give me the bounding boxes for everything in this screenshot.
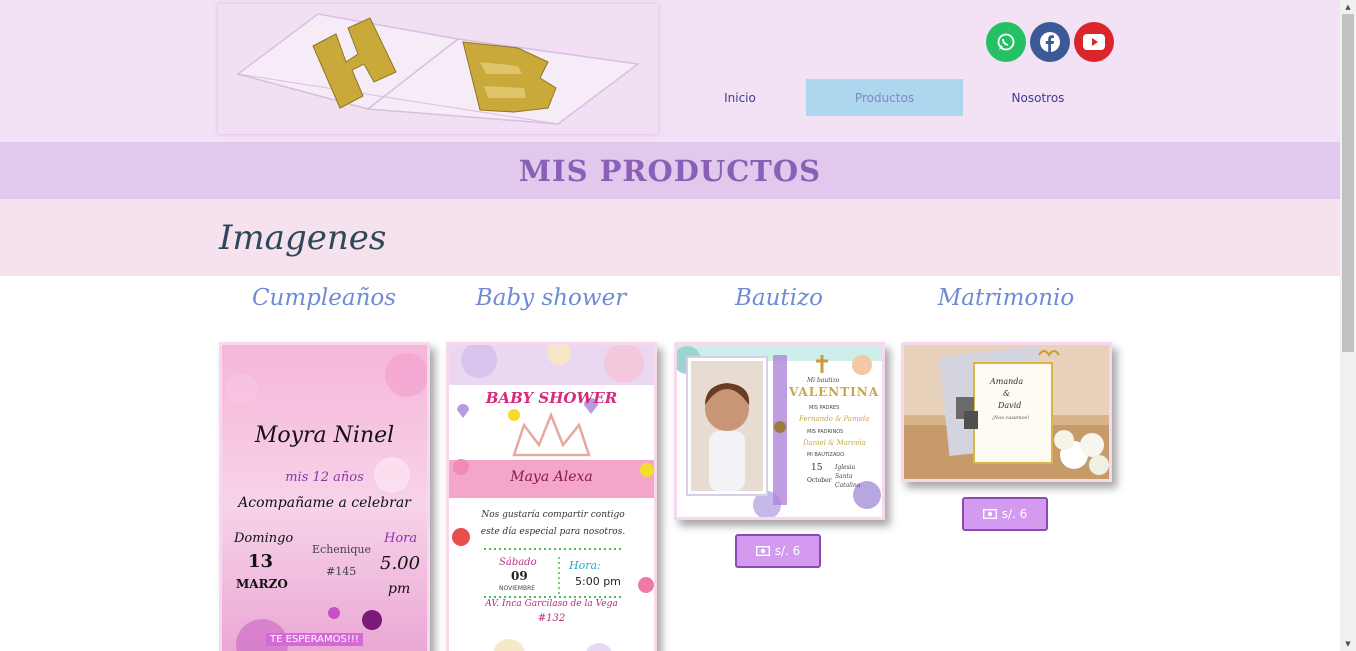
card-month: MARZO [236,577,288,591]
nav-inicio[interactable]: Inicio [662,79,818,116]
category-baby-shower: Baby shower [475,285,627,311]
card-hour: 5:00 pm [575,575,621,588]
card-name: Maya Alexa [510,469,593,485]
card-heading: BABY SHOWER [485,389,618,407]
card-hour-unit: pm [388,581,411,597]
card-place1: Echenique [312,543,372,556]
card-names-2: David [998,401,1022,410]
card-footer: TE ESPERAMOS!!! [266,633,363,646]
card-names-1: Amanda [990,377,1024,386]
product-card-cumpleanos[interactable]: Moyra Ninel mis 12 años Acompañame a cel… [219,342,430,651]
card-month: October [807,477,832,484]
section-strip [0,199,1340,276]
card-month: NOVIEMBRE [499,585,536,592]
card-parents: Fernando & Pamela [799,415,870,423]
price-label: s/. 6 [1001,507,1028,521]
card-amp: & [1003,389,1011,398]
scroll-up-arrow-icon[interactable]: ▲ [1340,0,1356,14]
product-card-bautizo[interactable]: Mi bautizo VALENTINA MIS PADRES Fernando… [674,342,885,520]
card-church: Iglesia Santa Catalina [835,464,861,489]
scroll-down-arrow-icon[interactable]: ▼ [1340,637,1356,651]
card-godparents: Daniel & Marcela [803,439,866,447]
card-number: #132 [537,613,566,624]
card-parents-label: MIS PADRES [809,405,840,411]
product-card-baby-shower[interactable]: BABY SHOWER Maya Alexa Nos gustaría comp… [446,342,657,651]
card-date-label: MI BAUTIZADO [807,452,845,458]
card-name: Moyra Ninel [254,423,395,448]
card-message: Nos gustaría compartir contigo este día … [480,510,626,537]
logo[interactable] [218,4,658,134]
card-godparents-label: MIS PADRINOS [807,429,844,435]
page: Inicio Productos Nosotros MIS PRODUCTOS … [0,0,1340,651]
card-name: VALENTINA [789,385,880,399]
logo-banner-graphic [236,13,640,125]
card-day: 09 [511,569,528,583]
card-hour-label: Hora [384,531,418,546]
card-day-label: Domingo [234,531,294,546]
money-icon [755,546,770,556]
card-place2: #145 [326,565,357,578]
matrimonio-invitation-image [904,345,1109,479]
card-address: AV. Inca Garcilaso de la Vega [485,599,618,609]
whatsapp-icon[interactable] [986,22,1026,62]
page-title: MIS PRODUCTOS [518,153,822,188]
price-button-matrimonio[interactable]: s/. 6 [962,497,1048,531]
category-matrimonio: Matrimonio [937,285,1075,311]
facebook-icon[interactable] [1030,22,1070,62]
card-day: 15 [811,463,823,473]
money-icon [982,509,997,519]
price-label: s/. 6 [774,544,801,558]
card-title-small: Mi bautizo [807,377,840,384]
nav-nosotros[interactable]: Nosotros [960,79,1116,116]
card-hour-label: Hora: [569,559,601,572]
card-hour: 5.00 [380,553,421,574]
section-title: Imagenes [219,218,387,258]
nav-productos[interactable]: Productos [806,79,963,116]
site-header: Inicio Productos Nosotros [0,0,1340,142]
scrollbar-thumb[interactable] [1342,14,1354,352]
product-card-matrimonio[interactable]: Amanda & David ¡Nos casamos! [901,342,1112,482]
youtube-icon[interactable] [1074,22,1114,62]
card-line1: mis 12 años [285,470,364,485]
card-line2: Acompañame a celebrar [238,495,411,511]
bautizo-invitation-image [677,345,882,517]
card-tagline: ¡Nos casamos! [992,415,1030,421]
card-day-label: Sábado [499,557,537,568]
category-cumpleanos: Cumpleaños [251,285,397,311]
products-banner: MIS PRODUCTOS [0,142,1340,199]
price-button-bautizo[interactable]: s/. 6 [735,534,821,568]
category-bautizo: Bautizo [735,285,823,311]
card-day: 13 [248,551,274,572]
